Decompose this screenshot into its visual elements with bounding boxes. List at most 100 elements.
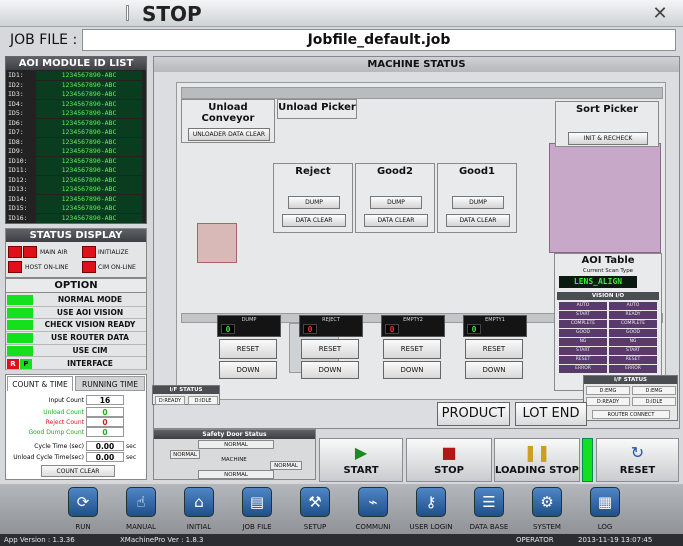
aoi-module-row: ID6: 1234567890-ABC [6, 118, 146, 129]
toolbar-manual-button[interactable]: ☝ MANUAL [116, 486, 166, 532]
counter-down-button[interactable]: DOWN [383, 361, 441, 379]
vision-io-cell: GOOD [559, 329, 607, 337]
job-file-field[interactable]: Jobfile_default.job [82, 29, 676, 51]
aoi-module-id: ID6: [8, 118, 24, 127]
toolbar-setup-button[interactable]: ⚒ SETUP [290, 486, 340, 532]
toolbar-communi-button[interactable]: ⌁ COMMUNI [348, 486, 398, 532]
aoi-module-value: 1234567890-ABC [36, 175, 142, 185]
toolbar-run-button[interactable]: ⟳ RUN [58, 486, 108, 532]
lot-end-button[interactable]: LOT END [515, 402, 587, 426]
app-version: App Version : 1.3.36 [4, 536, 75, 544]
job-file-label: JOB FILE : [10, 32, 78, 48]
start-button[interactable]: ▶ START [319, 438, 403, 482]
loading-stop-icon: ❚❚ [523, 443, 551, 462]
counter-down-button[interactable]: DOWN [219, 361, 277, 379]
vision-io-cell: START [609, 347, 657, 355]
tray-dump-button[interactable]: DUMP [452, 196, 504, 209]
counter-reset-button[interactable]: RESET [219, 339, 277, 359]
toolbar-job-file-button[interactable]: ▤ JOB FILE [232, 486, 282, 532]
toolbar-system-button[interactable]: ⚙ SYSTEM [522, 486, 572, 532]
if-left-cell: D:READY [155, 396, 185, 405]
counter-reset-button[interactable]: RESET [383, 339, 441, 359]
stop-icon: ■ [441, 443, 457, 462]
counter-reset-button[interactable]: RESET [301, 339, 359, 359]
toolbar-user-login-button[interactable]: ⚷ USER LOGIN [406, 486, 456, 532]
communi-icon: ⌁ [358, 487, 388, 517]
counter-reset-button[interactable]: RESET [465, 339, 523, 359]
loading-stop-button[interactable]: ❚❚ LOADING STOP [494, 438, 580, 482]
option-row[interactable]: R P INTERFACE [6, 358, 146, 370]
aoi-module-row: ID11: 1234567890-ABC [6, 166, 146, 176]
vision-io-cell: ERROR [609, 365, 657, 373]
option-row[interactable]: USE AOI VISION [6, 307, 146, 320]
option-row[interactable]: USE CIM [6, 345, 146, 358]
tray-data-clear-button[interactable]: DATA CLEAR [282, 214, 346, 227]
toolbar-label: RUN [75, 523, 91, 531]
counter-value: 0 [385, 324, 399, 334]
counter-reject: REJECT 0 [299, 315, 363, 337]
aoi-module-id: ID12: [8, 175, 28, 184]
reset-icon: ↻ [630, 443, 645, 462]
control-label: LOADING STOP [495, 465, 579, 476]
reset-button[interactable]: ↻ RESET [596, 438, 679, 482]
tray-dump-button[interactable]: DUMP [370, 196, 422, 209]
tray-data-clear-button[interactable]: DATA CLEAR [446, 214, 510, 227]
vision-io-cell: ERROR [559, 365, 607, 373]
toolbar-initial-button[interactable]: ⌂ INITIAL [174, 486, 224, 532]
safety-door-panel: Safety Door Status NORMAL NORMAL MACHINE… [153, 429, 316, 480]
count-label: Unload Cycle Time(sec) [13, 454, 84, 461]
toolbar-label: LOG [597, 523, 613, 531]
tab-running-time[interactable]: RUNNING TIME [75, 376, 145, 391]
control-label: START [343, 465, 379, 476]
tab-count-time[interactable]: COUNT & TIME [7, 376, 73, 391]
option-row[interactable]: USE ROUTER DATA [6, 332, 146, 345]
aoi-module-row: ID15: 1234567890-ABC [6, 204, 146, 214]
aoi-module-row: ID9: 1234567890-ABC [6, 147, 146, 157]
aoi-module-id: ID7: [8, 128, 24, 136]
if-right-cell: D:IDLE [632, 397, 676, 406]
option-row[interactable]: CHECK VISION READY [6, 319, 146, 332]
vision-io-cell: AUTO [559, 302, 607, 310]
if-status-right-title: I/F STATUS [584, 376, 677, 384]
aoi-module-row: ID14: 1234567890-ABC [6, 194, 146, 205]
stop-button[interactable]: ■ STOP [406, 438, 492, 482]
aoi-module-id: ID10: [8, 156, 28, 165]
product-button[interactable]: PRODUCT [437, 402, 510, 426]
aoi-module-id: ID14: [8, 194, 28, 203]
tray-data-clear-button[interactable]: DATA CLEAR [364, 214, 428, 227]
counter-down-button[interactable]: DOWN [301, 361, 359, 379]
aoi-module-row: ID5: 1234567890-ABC [6, 109, 146, 119]
aoi-module-row: ID10: 1234567890-ABC [6, 156, 146, 167]
cim-online-indicator [82, 261, 96, 273]
counter-value: 0 [467, 324, 481, 334]
tray-dump-button[interactable]: DUMP [288, 196, 340, 209]
safety-door-machine-label: MACHINE [204, 456, 264, 465]
interface-flag-p: P [20, 358, 32, 369]
counter-value: 0 [221, 324, 235, 334]
option-panel: OPTION NORMAL MODE USE AOI VISION CHECK VI… [5, 278, 147, 370]
count-clear-button[interactable]: COUNT CLEAR [41, 465, 115, 477]
aoi-module-value: 1234567890-ABC [36, 80, 142, 90]
aoi-module-id: ID9: [8, 147, 24, 155]
count-label: Good Dump Count [28, 429, 84, 436]
counter-empty2: EMPTY2 0 [381, 315, 445, 337]
aoi-module-id: ID15: [8, 204, 28, 212]
toolbar-log-button[interactable]: ▦ LOG [580, 486, 630, 532]
vision-io-cell: GOOD [609, 329, 657, 337]
if-status-right: I/F STATUS D:EMG D:EMG D:READY D:IDLE RO… [583, 375, 678, 421]
toolbar-data-base-button[interactable]: ☰ DATA BASE [464, 486, 514, 532]
init-recheck-button[interactable]: INIT & RECHECK [568, 132, 648, 145]
option-indicator [7, 345, 33, 356]
vision-io-cell: READY [609, 311, 657, 319]
if-status-left: I/F STATUS D:READY D:IDLE [152, 385, 220, 405]
option-row[interactable]: NORMAL MODE [6, 294, 146, 307]
aoi-table-title: AOI Table [581, 255, 635, 266]
option-label: NORMAL MODE [57, 295, 123, 304]
close-icon[interactable]: ✕ [650, 3, 670, 24]
count-value: 0 [86, 417, 124, 427]
counter-down-button[interactable]: DOWN [465, 361, 523, 379]
aoi-module-list-title: AOI MODULE ID LIST [6, 57, 146, 70]
control-label: STOP [434, 465, 464, 476]
status-bar: App Version : 1.3.36 XMachinePro Ver : 1… [0, 534, 683, 546]
unloader-data-clear-button[interactable]: UNLOADER DATA CLEAR [188, 128, 270, 141]
